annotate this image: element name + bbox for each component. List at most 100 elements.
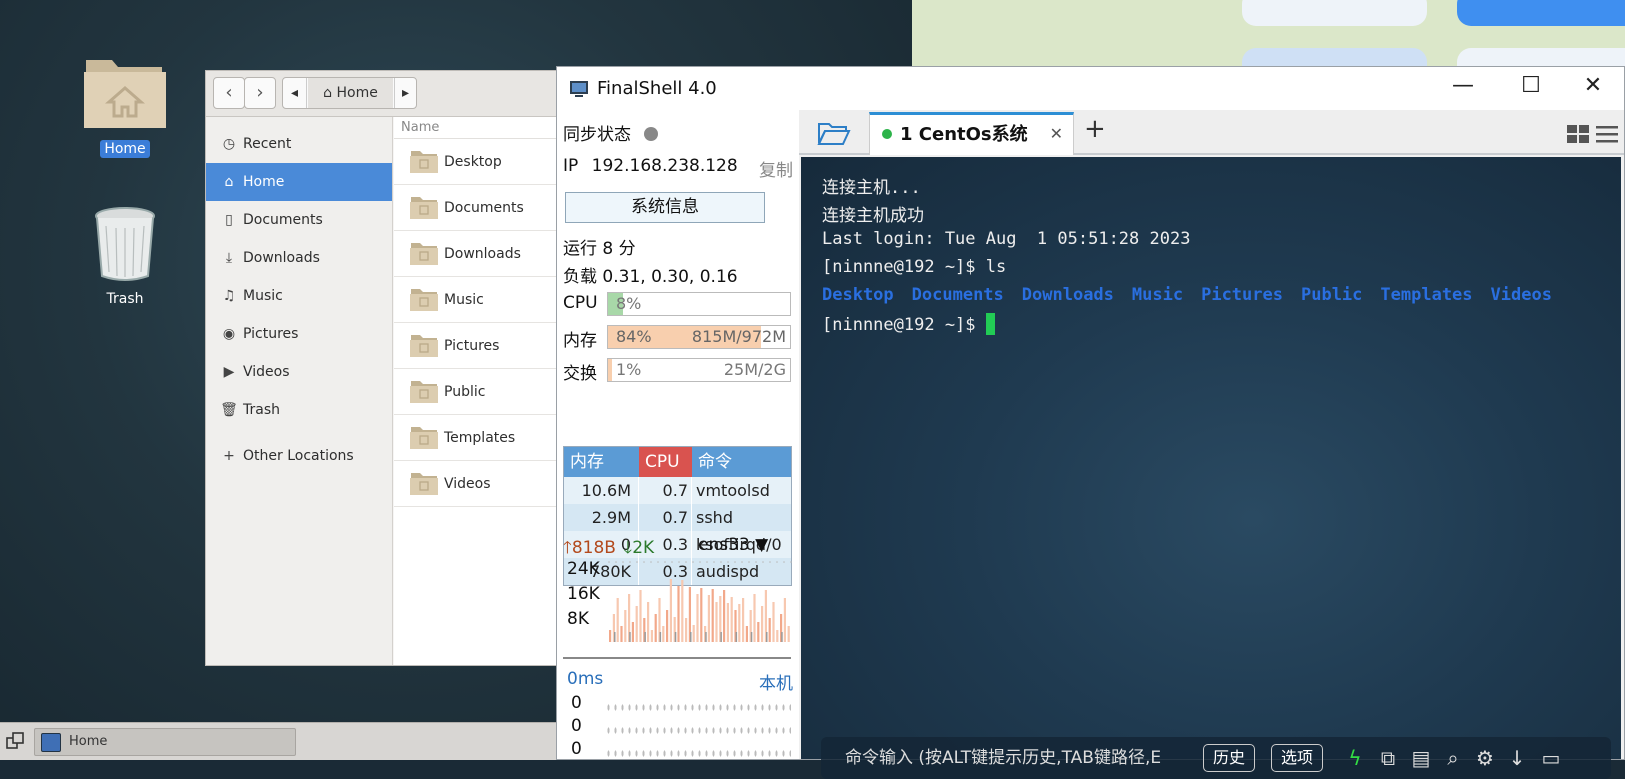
- command-input[interactable]: 命令输入 (按ALT键提示历史,TAB键路径,E: [845, 737, 1161, 779]
- close-tab-icon[interactable]: ✕: [1050, 115, 1063, 153]
- file-item[interactable]: Music: [394, 277, 564, 323]
- uptime: 运行 8 分: [563, 239, 636, 259]
- sidebar-item-other-locations[interactable]: + Other Locations: [206, 437, 392, 475]
- ip-row: IP 192.168.238.128 复制: [563, 156, 793, 181]
- process-cpu: 0.7: [639, 504, 692, 531]
- terminal-line: 连接主机...: [822, 178, 921, 198]
- path-segment-home[interactable]: ⌂ Home: [308, 78, 393, 108]
- files-window: ‹ › ◂ ⌂ Home ▸ ◷ Recent ⌂ Home ▯ Documents …: [205, 70, 565, 666]
- path-segment-label: Home: [336, 85, 378, 101]
- grid-view-icon[interactable]: [1566, 124, 1590, 144]
- swap-detail: 25M/2G: [723, 360, 786, 379]
- minimize-button[interactable]: —: [1438, 67, 1488, 105]
- copy-icon[interactable]: ⧉: [1376, 745, 1400, 771]
- back-button[interactable]: ‹: [213, 77, 245, 109]
- swap-usage-bar: 1% 25M/2G: [607, 358, 791, 382]
- folder-icon: [410, 427, 438, 449]
- net-y-tick: 16K: [567, 584, 600, 604]
- options-button[interactable]: 选项: [1271, 744, 1324, 772]
- desktop-home-icon[interactable]: Home: [75, 50, 175, 158]
- path-right-arrow[interactable]: ▸: [394, 78, 416, 108]
- directory-entry: Desktop: [822, 285, 894, 305]
- close-button[interactable]: ✕: [1568, 67, 1618, 105]
- finalshell-app-icon: [570, 81, 588, 97]
- prompt: [ninnne@192 ~]$: [822, 315, 986, 335]
- history-button[interactable]: 历史: [1203, 744, 1256, 772]
- sidebar-item-pictures[interactable]: ◉ Pictures: [206, 315, 392, 353]
- copy-ip-button[interactable]: 复制: [759, 156, 793, 181]
- folder-icon: [410, 243, 438, 265]
- process-row[interactable]: 10.6M 0.7 vmtoolsd: [564, 477, 791, 504]
- sysinfo-button[interactable]: 系统信息: [565, 192, 765, 223]
- file-name: Videos: [444, 476, 491, 492]
- interface-select[interactable]: ens33 ▼: [698, 535, 768, 555]
- forward-button[interactable]: ›: [244, 77, 276, 109]
- sidebar-item-home[interactable]: ⌂ Home: [206, 163, 392, 201]
- swap-usage-fill: [608, 359, 612, 381]
- directory-entry: Pictures: [1201, 285, 1283, 305]
- ping-host[interactable]: 本机: [759, 669, 793, 694]
- sidebar-item-trash[interactable]: 🗑 Trash: [206, 391, 392, 429]
- desktop-icon-label: Home: [100, 140, 150, 158]
- file-item[interactable]: Desktop: [394, 139, 564, 185]
- cpu-value: 8%: [616, 294, 642, 313]
- tab-label: 1 CentOs系统: [900, 124, 1028, 145]
- sidebar-item-downloads[interactable]: ⤓ Downloads: [206, 239, 392, 277]
- menu-icon[interactable]: [1596, 124, 1618, 144]
- file-item[interactable]: Downloads: [394, 231, 564, 277]
- file-item[interactable]: Templates: [394, 415, 564, 461]
- sidebar-item-label: Music: [243, 288, 283, 304]
- taskbar-window-label: Home: [69, 734, 108, 749]
- process-table-header: 内存 CPU 命令: [564, 447, 791, 477]
- file-name: Desktop: [444, 154, 502, 170]
- file-item[interactable]: Videos: [394, 461, 564, 507]
- taskbar-window-home[interactable]: Home: [34, 728, 296, 756]
- ping-graph: [605, 696, 791, 766]
- directory-entry: Public: [1300, 285, 1363, 305]
- video-icon: ▶: [223, 364, 235, 380]
- process-row[interactable]: 2.9M 0.7 sshd: [564, 504, 791, 531]
- ip-label: IP: [563, 156, 579, 176]
- file-item[interactable]: Pictures: [394, 323, 564, 369]
- sidebar-item-label: Downloads: [243, 250, 320, 266]
- maximize-button[interactable]: ☐: [1506, 67, 1556, 105]
- window-icon[interactable]: ▭: [1537, 745, 1565, 771]
- column-header-command[interactable]: 命令: [692, 447, 791, 477]
- plus-icon: +: [223, 448, 235, 464]
- file-manager-icon: [41, 733, 61, 752]
- column-header-memory[interactable]: 内存: [564, 447, 639, 477]
- home-icon: ⌂: [224, 174, 234, 190]
- path-left-arrow[interactable]: ◂: [283, 78, 307, 108]
- terminal[interactable]: 连接主机... 连接主机成功 Last login: Tue Aug 1 05:…: [801, 157, 1621, 779]
- interface-label: ens33: [698, 535, 750, 555]
- directory-entry: Music: [1131, 285, 1184, 305]
- sidebar-item-videos[interactable]: ▶ Videos: [206, 353, 392, 391]
- paste-icon[interactable]: ▤: [1409, 745, 1433, 771]
- column-header-name[interactable]: Name: [394, 117, 564, 139]
- process-memory: 10.6M: [564, 477, 639, 504]
- folder-icon: [410, 151, 438, 173]
- column-header-cpu[interactable]: CPU: [639, 447, 692, 477]
- sidebar-item-recent[interactable]: ◷ Recent: [206, 125, 392, 163]
- tab-session-1[interactable]: 1 CentOs系统 ✕: [869, 112, 1074, 155]
- search-icon[interactable]: ⌕: [1441, 745, 1465, 771]
- ip-value: 192.168.238.128: [591, 156, 738, 176]
- desktop-trash-icon[interactable]: Trash: [75, 206, 175, 308]
- arrow-down-icon[interactable]: ↓: [1505, 745, 1529, 771]
- window-title: FinalShell 4.0: [597, 78, 717, 99]
- sidebar-item-documents[interactable]: ▯ Documents: [206, 201, 392, 239]
- file-item[interactable]: Documents: [394, 185, 564, 231]
- terminal-line: Last login: Tue Aug 1 05:51:28 2023: [822, 229, 1191, 249]
- ping-value: 0: [571, 716, 582, 736]
- folder-icon: [410, 289, 438, 311]
- new-tab-icon[interactable]: +: [1084, 114, 1106, 144]
- lightning-icon[interactable]: ϟ: [1343, 745, 1367, 771]
- file-item[interactable]: Public: [394, 369, 564, 415]
- show-desktop-icon[interactable]: [6, 732, 24, 750]
- gear-icon[interactable]: ⚙: [1473, 745, 1497, 771]
- trash-can-icon: [95, 207, 155, 281]
- download-icon: ⤓: [225, 250, 233, 266]
- directory-entry: Downloads: [1021, 285, 1114, 305]
- sidebar-item-music[interactable]: ♫ Music: [206, 277, 392, 315]
- open-folder-icon[interactable]: [817, 120, 851, 146]
